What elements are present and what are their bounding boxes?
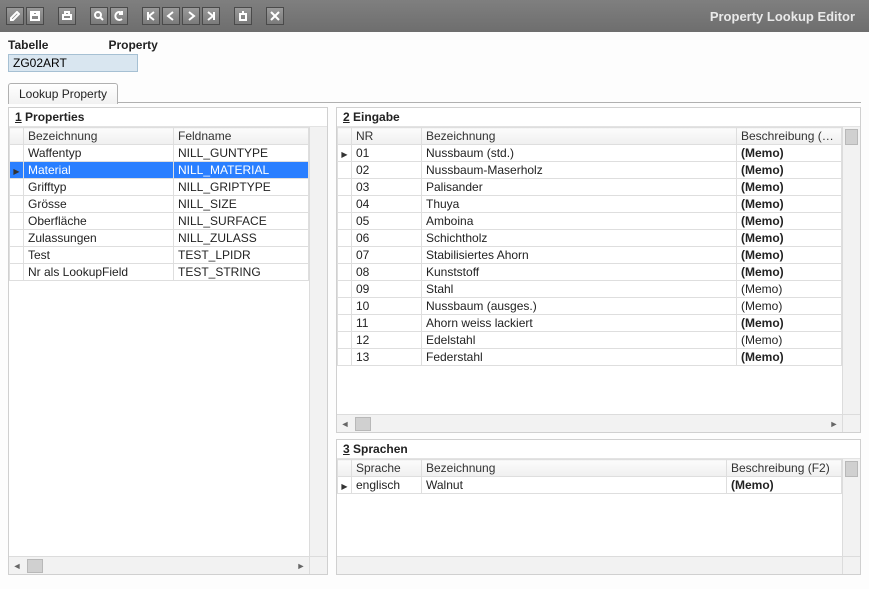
- tabelle-input[interactable]: [8, 54, 138, 72]
- table-row[interactable]: OberflächeNILL_SURFACE: [10, 213, 309, 230]
- nav-first-icon[interactable]: [142, 7, 160, 25]
- col-nr[interactable]: NR: [352, 128, 422, 145]
- table-row[interactable]: ZulassungenNILL_ZULASS: [10, 230, 309, 247]
- edit-icon[interactable]: [6, 7, 24, 25]
- table-row[interactable]: 06Schichtholz(Memo): [338, 230, 842, 247]
- label-tabelle: Tabelle: [8, 38, 48, 52]
- col-sprache[interactable]: Sprache: [352, 460, 422, 477]
- panel-sprachen: 3 Sprachen Sprache Bezeichnung Beschreib…: [336, 439, 861, 575]
- table-row[interactable]: 13Federstahl(Memo): [338, 349, 842, 366]
- eingabe-grid[interactable]: NR Bezeichnung Beschreibung (F2) 01Nussb…: [337, 127, 842, 366]
- sprachen-grid[interactable]: Sprache Bezeichnung Beschreibung (F2) en…: [337, 459, 842, 494]
- refresh-icon[interactable]: [110, 7, 128, 25]
- col-beschreibung[interactable]: Beschreibung (F2): [727, 460, 842, 477]
- table-row[interactable]: 11Ahorn weiss lackiert(Memo): [338, 315, 842, 332]
- nav-next-icon[interactable]: [182, 7, 200, 25]
- label-property: Property: [108, 38, 157, 52]
- table-row[interactable]: 08Kunststoff(Memo): [338, 264, 842, 281]
- table-row[interactable]: GrifftypNILL_GRIPTYPE: [10, 179, 309, 196]
- table-row[interactable]: WaffentypNILL_GUNTYPE: [10, 145, 309, 162]
- nav-prev-icon[interactable]: [162, 7, 180, 25]
- table-row[interactable]: 01Nussbaum (std.)(Memo): [338, 145, 842, 162]
- save-icon[interactable]: [26, 7, 44, 25]
- col-beschreibung[interactable]: Beschreibung (F2): [737, 128, 842, 145]
- toolbar: [6, 7, 294, 25]
- table-row[interactable]: 10Nussbaum (ausges.)(Memo): [338, 298, 842, 315]
- panel-properties-title: 1 Properties: [9, 108, 327, 126]
- table-row[interactable]: 12Edelstahl(Memo): [338, 332, 842, 349]
- hscrollbar[interactable]: [337, 556, 842, 574]
- table-row[interactable]: MaterialNILL_MATERIAL: [10, 162, 309, 179]
- table-row[interactable]: englischWalnut(Memo): [338, 477, 842, 494]
- delete-icon[interactable]: [234, 7, 252, 25]
- vscrollbar[interactable]: [842, 459, 860, 556]
- hscrollbar[interactable]: ◄►: [9, 556, 309, 574]
- table-row[interactable]: 05Amboina(Memo): [338, 213, 842, 230]
- panel-properties: 1 Properties Bezeichnung Feldname Waffen…: [8, 107, 328, 575]
- table-row[interactable]: 09Stahl(Memo): [338, 281, 842, 298]
- search-icon[interactable]: [90, 7, 108, 25]
- nav-last-icon[interactable]: [202, 7, 220, 25]
- panel-eingabe-title: 2 Eingabe: [337, 108, 860, 126]
- table-row[interactable]: TestTEST_LPIDR: [10, 247, 309, 264]
- vscrollbar[interactable]: [309, 127, 327, 556]
- table-row[interactable]: 07Stabilisiertes Ahorn(Memo): [338, 247, 842, 264]
- col-bezeichnung[interactable]: Bezeichnung: [422, 460, 727, 477]
- table-row[interactable]: Nr als LookupFieldTEST_STRING: [10, 264, 309, 281]
- table-row[interactable]: 04Thuya(Memo): [338, 196, 842, 213]
- table-row[interactable]: 02Nussbaum-Maserholz(Memo): [338, 162, 842, 179]
- window-title: Property Lookup Editor: [710, 9, 863, 24]
- tab-lookup-property[interactable]: Lookup Property: [8, 83, 118, 104]
- panel-eingabe: 2 Eingabe NR Bezeichnung Beschreibung (F…: [336, 107, 861, 433]
- close-icon[interactable]: [266, 7, 284, 25]
- titlebar: Property Lookup Editor: [0, 0, 869, 32]
- print-icon[interactable]: [58, 7, 76, 25]
- panel-sprachen-title: 3 Sprachen: [337, 440, 860, 458]
- vscrollbar[interactable]: [842, 127, 860, 414]
- table-row[interactable]: 03Palisander(Memo): [338, 179, 842, 196]
- header-labels: Tabelle Property: [0, 32, 869, 54]
- properties-grid[interactable]: Bezeichnung Feldname WaffentypNILL_GUNTY…: [9, 127, 309, 281]
- hscrollbar[interactable]: ◄►: [337, 414, 842, 432]
- col-bezeichnung[interactable]: Bezeichnung: [24, 128, 174, 145]
- table-row[interactable]: GrösseNILL_SIZE: [10, 196, 309, 213]
- col-feldname[interactable]: Feldname: [174, 128, 309, 145]
- col-bezeichnung[interactable]: Bezeichnung: [422, 128, 737, 145]
